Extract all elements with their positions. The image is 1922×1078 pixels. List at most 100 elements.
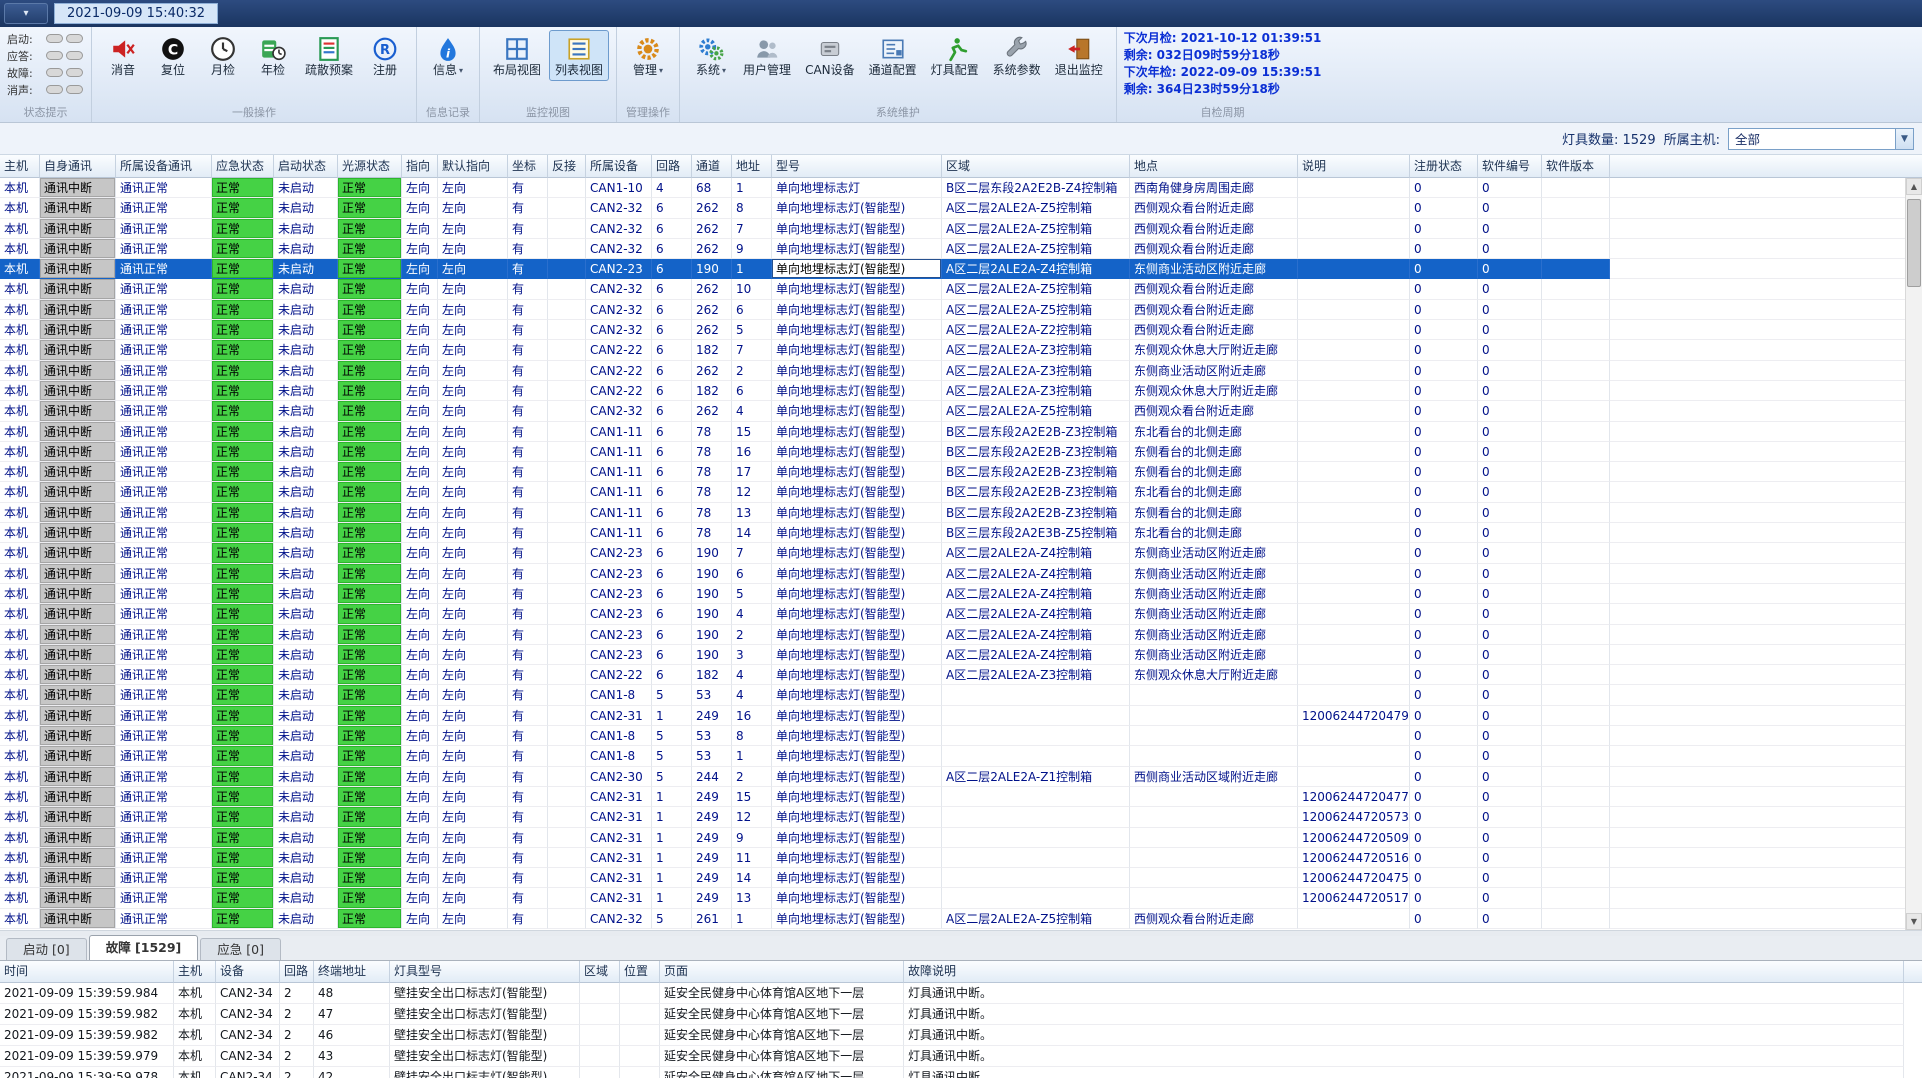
table-row[interactable]: 本机 通讯中断 通讯正常 正常 未启动 正常 左向 左向有 CAN2-22 6 182 4 单向地埋标志…: [0, 665, 1922, 686]
toolbar-button-manage[interactable]: 管理 ▾: [624, 30, 672, 81]
table-row[interactable]: 本机 通讯中断 通讯正常 正常 未启动 正常 左向 左向有 CAN2-32 6 262 10 单向地埋标…: [0, 279, 1922, 300]
toolbar-button-exit-monitor[interactable]: 退出监控: [1049, 30, 1109, 81]
column-header[interactable]: 默认指向: [438, 155, 508, 178]
column-header[interactable]: 设备: [216, 961, 280, 983]
toolbar-button-reset[interactable]: C 复位: [149, 30, 197, 81]
toolbar-button-lamp-config[interactable]: 灯具配置: [925, 30, 985, 81]
fault-row[interactable]: 2021-09-09 15:39:59.982 本机 CAN2-34 2 47 壁挂安全出…: [0, 1004, 1922, 1025]
table-row[interactable]: 本机 通讯中断 通讯正常 正常 未启动 正常 左向 左向有 CAN2-32 6 262 8 单向地埋标志…: [0, 198, 1922, 219]
tab-emergency[interactable]: 应急 [0]: [200, 938, 281, 960]
column-header[interactable]: 指向: [402, 155, 438, 178]
column-header[interactable]: 注册状态: [1410, 155, 1478, 178]
table-row[interactable]: 本机 通讯中断 通讯正常 正常 未启动 正常 左向 左向有 CAN2-31 1 249 9 单向地埋标志…: [0, 827, 1922, 848]
table-row[interactable]: 本机 通讯中断 通讯正常 正常 未启动 正常 左向 左向有 CAN2-23 6 190 1 单向地埋标志…: [0, 259, 1922, 280]
toolbar-button-user-management[interactable]: 用户管理: [737, 30, 797, 81]
table-row[interactable]: 本机 通讯中断 通讯正常 正常 未启动 正常 左向 左向有 CAN2-22 6 262 2 单向地埋标志…: [0, 360, 1922, 381]
toolbar-button-mute[interactable]: 消音: [99, 30, 147, 81]
table-row[interactable]: 本机 通讯中断 通讯正常 正常 未启动 正常 左向 左向有 CAN2-32 6 262 7 单向地埋标志…: [0, 218, 1922, 239]
column-header[interactable]: 主机: [0, 155, 40, 178]
app-menu-button[interactable]: ▾: [4, 3, 48, 24]
table-row[interactable]: 本机 通讯中断 通讯正常 正常 未启动 正常 左向 左向有 CAN2-23 6 190 2 单向地埋标志…: [0, 624, 1922, 645]
table-row[interactable]: 本机 通讯中断 通讯正常 正常 未启动 正常 左向 左向有 CAN2-31 1 249 12 单向地埋标…: [0, 807, 1922, 828]
column-header[interactable]: 软件编号: [1478, 155, 1542, 178]
table-row[interactable]: 本机 通讯中断 通讯正常 正常 未启动 正常 左向 左向有 CAN1-8 5 53 8 单向地埋标志灯(…: [0, 726, 1922, 747]
toolbar-button-can-device[interactable]: CAN设备: [799, 30, 861, 81]
toolbar-button-system-params[interactable]: 系统参数: [987, 30, 1047, 81]
host-filter-select[interactable]: 全部 ▼: [1728, 127, 1914, 150]
table-row[interactable]: 本机 通讯中断 通讯正常 正常 未启动 正常 左向 左向有 CAN2-32 6 262 6 单向地埋标志…: [0, 299, 1922, 321]
toolbar-button-annual-check[interactable]: 年检: [249, 30, 297, 81]
table-row[interactable]: 本机 通讯中断 通讯正常 正常 未启动 正常 左向 左向有 CAN2-32 6 262 9 单向地埋标志…: [0, 238, 1922, 260]
tab-start[interactable]: 启动 [0]: [6, 938, 87, 960]
table-row[interactable]: 本机 通讯中断 通讯正常 正常 未启动 正常 左向 左向有 CAN1-10 4 68 1 单向地埋标志灯…: [0, 178, 1922, 199]
toolbar-button-system[interactable]: 系统 ▾: [687, 30, 735, 81]
column-header[interactable]: 页面: [660, 961, 904, 983]
column-header[interactable]: 应急状态: [212, 155, 274, 178]
toolbar-button-evacuation-plan[interactable]: 疏散预案: [299, 30, 359, 81]
column-header[interactable]: 反接: [548, 155, 586, 178]
table-row[interactable]: 本机 通讯中断 通讯正常 正常 未启动 正常 左向 左向有 CAN1-11 6 78 15 单向地埋标志…: [0, 421, 1922, 442]
column-header[interactable]: 所属设备: [586, 155, 652, 178]
tab-fault[interactable]: 故障 [1529]: [88, 935, 199, 960]
table-row[interactable]: 本机 通讯中断 通讯正常 正常 未启动 正常 左向 左向有 CAN2-31 1 249 15 单向地埋标…: [0, 786, 1922, 808]
table-row[interactable]: 本机 通讯中断 通讯正常 正常 未启动 正常 左向 左向有 CAN2-22 6 182 6 单向地埋标志…: [0, 380, 1922, 402]
table-row[interactable]: 本机 通讯中断 通讯正常 正常 未启动 正常 左向 左向有 CAN2-30 5 244 2 单向地埋标志…: [0, 766, 1922, 787]
fault-row[interactable]: 2021-09-09 15:39:59.984 本机 CAN2-34 2 48 壁挂安全出…: [0, 983, 1922, 1004]
table-row[interactable]: 本机 通讯中断 通讯正常 正常 未启动 正常 左向 左向有 CAN1-8 5 53 1 单向地埋标志灯(…: [0, 746, 1922, 767]
column-header[interactable]: 时间: [0, 961, 174, 983]
column-header[interactable]: 终端地址: [314, 961, 390, 983]
column-header[interactable]: 自身通讯: [40, 155, 116, 178]
column-header[interactable]: 通道: [692, 155, 732, 178]
toolbar-button-monthly-check[interactable]: 月检: [199, 30, 247, 81]
scrollbar-thumb[interactable]: [1907, 199, 1921, 287]
column-header[interactable]: 型号: [772, 155, 942, 178]
toolbar-button-list-view[interactable]: 列表视图: [549, 30, 610, 81]
column-header[interactable]: 位置: [620, 961, 660, 983]
column-header[interactable]: 区域: [580, 961, 620, 983]
table-row[interactable]: 本机 通讯中断 通讯正常 正常 未启动 正常 左向 左向有 CAN1-11 6 78 14 单向地埋标志…: [0, 523, 1922, 544]
table-row[interactable]: 本机 通讯中断 通讯正常 正常 未启动 正常 左向 左向有 CAN2-31 1 249 16 单向地埋标…: [0, 705, 1922, 727]
chevron-down-icon[interactable]: ▼: [1895, 128, 1913, 149]
table-row[interactable]: 本机 通讯中断 通讯正常 正常 未启动 正常 左向 左向有 CAN1-11 6 78 16 单向地埋标志…: [0, 441, 1922, 463]
table-row[interactable]: 本机 通讯中断 通讯正常 正常 未启动 正常 左向 左向有 CAN2-23 6 190 3 单向地埋标志…: [0, 644, 1922, 666]
column-header[interactable]: 回路: [280, 961, 314, 983]
column-header[interactable]: 主机: [174, 961, 216, 983]
table-row[interactable]: 本机 通讯中断 通讯正常 正常 未启动 正常 左向 左向有 CAN2-32 5 261 1 单向地埋标志…: [0, 908, 1922, 929]
scroll-up-icon[interactable]: ▲: [1906, 178, 1922, 195]
toolbar-button-register[interactable]: R 注册: [361, 30, 409, 81]
column-header[interactable]: 故障说明: [904, 961, 1904, 983]
vertical-scrollbar[interactable]: ▲ ▼: [1905, 178, 1922, 930]
table-row[interactable]: 本机 通讯中断 通讯正常 正常 未启动 正常 左向 左向有 CAN2-23 6 190 7 单向地埋标志…: [0, 543, 1922, 564]
fault-row[interactable]: 2021-09-09 15:39:59.978 本机 CAN2-34 2 42 壁挂安全出…: [0, 1067, 1922, 1078]
table-row[interactable]: 本机 通讯中断 通讯正常 正常 未启动 正常 左向 左向有 CAN2-31 1 249 14 单向地埋标…: [0, 868, 1922, 889]
column-header[interactable]: 回路: [652, 155, 692, 178]
column-header[interactable]: 说明: [1298, 155, 1410, 178]
scroll-down-icon[interactable]: ▼: [1906, 913, 1922, 930]
column-header[interactable]: 地点: [1130, 155, 1298, 178]
fault-row[interactable]: 2021-09-09 15:39:59.979 本机 CAN2-34 2 43 壁挂安全出…: [0, 1046, 1922, 1067]
table-row[interactable]: 本机 通讯中断 通讯正常 正常 未启动 正常 左向 左向有 CAN2-23 6 190 5 单向地埋标志…: [0, 583, 1922, 605]
column-header[interactable]: 地址: [732, 155, 772, 178]
table-row[interactable]: 本机 通讯中断 通讯正常 正常 未启动 正常 左向 左向有 CAN1-11 6 78 13 单向地埋标志…: [0, 502, 1922, 524]
column-header[interactable]: 坐标: [508, 155, 548, 178]
table-row[interactable]: 本机 通讯中断 通讯正常 正常 未启动 正常 左向 左向有 CAN2-32 6 262 4 单向地埋标志…: [0, 401, 1922, 422]
table-row[interactable]: 本机 通讯中断 通讯正常 正常 未启动 正常 左向 左向有 CAN2-31 1 249 11 单向地埋标…: [0, 847, 1922, 869]
table-row[interactable]: 本机 通讯中断 通讯正常 正常 未启动 正常 左向 左向有 CAN1-11 6 78 12 单向地埋标志…: [0, 482, 1922, 503]
toolbar-button-layout-view[interactable]: 布局视图: [487, 30, 547, 81]
toolbar-button-info[interactable]: i 信息 ▾: [424, 30, 472, 81]
table-row[interactable]: 本机 通讯中断 通讯正常 正常 未启动 正常 左向 左向有 CAN1-11 6 78 17 单向地埋标志…: [0, 462, 1922, 483]
column-header[interactable]: 启动状态: [274, 155, 338, 178]
table-row[interactable]: 本机 通讯中断 通讯正常 正常 未启动 正常 左向 左向有 CAN2-31 1 249 13 单向地埋标…: [0, 888, 1922, 909]
table-row[interactable]: 本机 通讯中断 通讯正常 正常 未启动 正常 左向 左向有 CAN2-32 6 262 5 单向地埋标志…: [0, 320, 1922, 341]
table-row[interactable]: 本机 通讯中断 通讯正常 正常 未启动 正常 左向 左向有 CAN1-8 5 53 4 单向地埋标志灯(…: [0, 685, 1922, 706]
column-header[interactable]: 灯具型号: [390, 961, 580, 983]
table-row[interactable]: 本机 通讯中断 通讯正常 正常 未启动 正常 左向 左向有 CAN2-22 6 182 7 单向地埋标志…: [0, 340, 1922, 361]
toolbar-button-channel-config[interactable]: 通道配置: [863, 30, 923, 81]
column-header[interactable]: 软件版本: [1542, 155, 1610, 178]
table-row[interactable]: 本机 通讯中断 通讯正常 正常 未启动 正常 左向 左向有 CAN2-23 6 190 4 单向地埋标志…: [0, 604, 1922, 625]
fault-row[interactable]: 2021-09-09 15:39:59.982 本机 CAN2-34 2 46 壁挂安全出…: [0, 1025, 1922, 1046]
column-header[interactable]: 区域: [942, 155, 1130, 178]
column-header[interactable]: 光源状态: [338, 155, 402, 178]
table-row[interactable]: 本机 通讯中断 通讯正常 正常 未启动 正常 左向 左向有 CAN2-23 6 190 6 单向地埋标志…: [0, 563, 1922, 584]
column-header[interactable]: 所属设备通讯: [116, 155, 212, 178]
